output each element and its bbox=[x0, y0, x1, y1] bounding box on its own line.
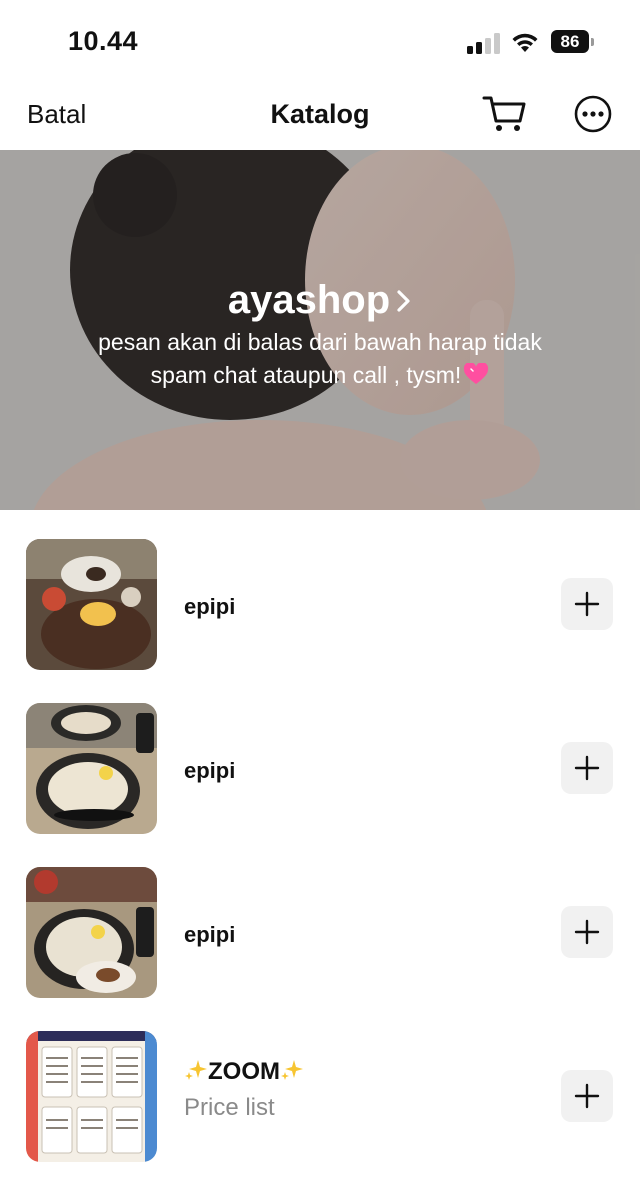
plus-icon bbox=[574, 1083, 600, 1109]
product-thumbnail bbox=[26, 539, 157, 670]
list-item[interactable]: epipi bbox=[0, 838, 640, 998]
pink-heart-icon bbox=[464, 363, 489, 384]
product-thumbnail bbox=[26, 703, 157, 834]
add-to-cart-button[interactable] bbox=[561, 742, 613, 794]
list-item[interactable]: epipi bbox=[0, 510, 640, 670]
product-thumbnail bbox=[26, 1031, 157, 1162]
product-thumbnail bbox=[26, 867, 157, 998]
sparkles-icon bbox=[281, 1060, 303, 1080]
product-name: ZOOM bbox=[184, 1058, 304, 1086]
status-bar: 10.44 86 bbox=[0, 0, 640, 84]
product-name-text: ZOOM bbox=[208, 1058, 280, 1085]
battery-level: 86 bbox=[551, 30, 589, 53]
chevron-right-icon bbox=[397, 289, 410, 312]
wifi-icon bbox=[512, 33, 538, 52]
cellular-signal-icon bbox=[467, 32, 501, 54]
list-item[interactable]: epipi bbox=[0, 674, 640, 834]
status-time: 10.44 bbox=[68, 26, 139, 56]
product-name: epipi bbox=[184, 758, 236, 783]
add-to-cart-button[interactable] bbox=[561, 906, 613, 958]
add-to-cart-button[interactable] bbox=[561, 1070, 613, 1122]
product-name: epipi bbox=[184, 922, 236, 947]
nav-bar: Batal Katalog bbox=[0, 84, 640, 150]
page-title: Katalog bbox=[270, 99, 370, 129]
shop-cover: ayashop pesan akan di balas dari bawah h… bbox=[0, 150, 640, 510]
shop-description: pesan akan di balas dari bawah harap tid… bbox=[70, 326, 570, 392]
shop-name-link[interactable]: ayashop bbox=[0, 278, 640, 323]
plus-icon bbox=[574, 591, 600, 617]
plus-icon bbox=[574, 919, 600, 945]
list-item[interactable]: ZOOM Price list bbox=[0, 1002, 640, 1162]
product-name: epipi bbox=[184, 594, 236, 619]
sparkles-icon bbox=[185, 1060, 207, 1080]
product-subtitle: Price list bbox=[184, 1094, 275, 1121]
add-to-cart-button[interactable] bbox=[561, 578, 613, 630]
plus-icon bbox=[574, 755, 600, 781]
battery-icon: 86 bbox=[551, 30, 595, 53]
more-options-icon[interactable] bbox=[573, 94, 613, 134]
cart-icon[interactable] bbox=[482, 94, 528, 134]
shop-name: ayashop bbox=[227, 278, 391, 322]
